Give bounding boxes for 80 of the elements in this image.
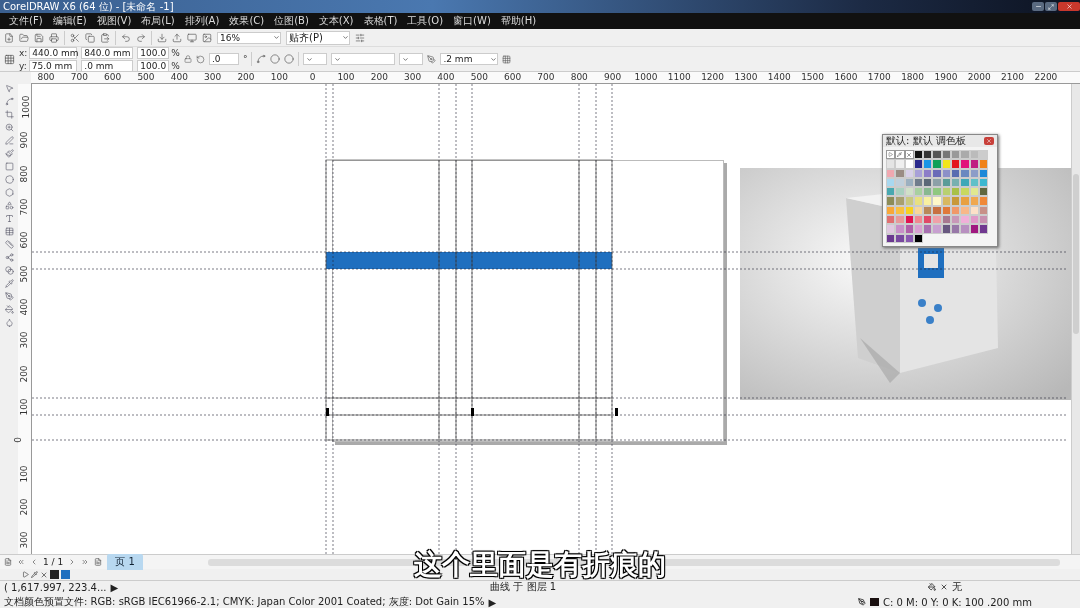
menu-item[interactable]: 文本(X) <box>313 14 359 28</box>
ruler-label: 300 <box>204 72 222 82</box>
y-label: y: <box>19 60 27 71</box>
y-field[interactable]: 75.0 mm <box>28 59 77 72</box>
ruler-label: 600 <box>504 72 522 82</box>
ruler-label: 800 <box>18 165 29 183</box>
ruler-label: 200 <box>237 72 255 82</box>
ruler-label: 2000 <box>967 72 991 82</box>
ruler-label: 200 <box>370 72 388 82</box>
ruler-label: 300 <box>18 331 29 349</box>
ruler-label: 2200 <box>1034 72 1058 82</box>
menu-item[interactable]: 位图(B) <box>269 14 314 28</box>
ruler-label: 0 <box>309 72 316 82</box>
ruler-label: 700 <box>18 198 29 216</box>
arrow-glyph[interactable]: ▶ <box>110 581 119 593</box>
outline-value: C: 0 M: 0 Y: 0 K: 100 .200 mm <box>883 596 1032 608</box>
ruler-label: 1000 <box>634 72 658 82</box>
rotation-field[interactable]: .0 <box>208 53 239 65</box>
ruler-label: 1600 <box>834 72 858 82</box>
ruler-label: 900 <box>604 72 622 82</box>
ruler-label: 200 <box>18 498 29 516</box>
fill-value: 无 <box>952 580 962 594</box>
page-tab[interactable]: 页 1 <box>107 554 143 570</box>
ruler-label: 1800 <box>901 72 925 82</box>
menu-item[interactable]: 效果(C) <box>224 14 270 28</box>
ruler-label: 700 <box>70 72 88 82</box>
ruler-label: 700 <box>537 72 555 82</box>
ruler-label: 300 <box>404 72 422 82</box>
ruler-label: 0 <box>12 437 23 444</box>
ruler-label: 200 <box>18 365 29 383</box>
menu-item[interactable]: 文件(F) <box>4 14 48 28</box>
ruler-label: 1400 <box>767 72 791 82</box>
ruler-label: 400 <box>437 72 455 82</box>
menu-item[interactable]: 视图(V) <box>91 14 137 28</box>
menu-item[interactable]: 表格(T) <box>358 14 403 28</box>
ruler-label: 800 <box>37 72 55 82</box>
height-field[interactable]: .0 mm <box>81 59 134 72</box>
ruler-label: 2100 <box>1001 72 1024 82</box>
ruler-label: 100 <box>18 398 29 416</box>
page-counter: 1 / 1 <box>43 557 64 567</box>
ruler-label: 1000 <box>21 95 32 119</box>
color-profile-text: 文档颜色预置文件: RGB: sRGB IEC61966-2.1; CMYK: Japan Color 2001 Coated; 灰度: Dot Gain 15% <box>4 595 485 608</box>
snap-dropdown[interactable]: 贴齐(P) <box>286 30 350 45</box>
outline-width-dropdown[interactable]: .2 mm <box>440 53 499 65</box>
ruler-label: 600 <box>18 231 29 249</box>
degree-label: ° <box>242 54 248 64</box>
menu-item[interactable]: 排列(A) <box>179 14 225 28</box>
ruler-label: 500 <box>18 265 29 283</box>
cursor-coordinates: ( 1,617.997, 223.4... <box>4 581 107 593</box>
zoom-dropdown[interactable]: 16% <box>217 31 281 44</box>
ruler-label: 1500 <box>801 72 825 82</box>
object-info: 曲线 于 图层 1 <box>490 580 557 594</box>
menu-item[interactable]: 帮助(H) <box>495 14 542 28</box>
ruler-label: 400 <box>18 298 29 316</box>
ruler-label: 1200 <box>701 72 725 82</box>
menu-item[interactable]: 工具(O) <box>402 14 449 28</box>
ruler-label: 1900 <box>934 72 958 82</box>
ruler-label: 600 <box>104 72 122 82</box>
scale-y-field[interactable]: 100.0 <box>137 59 170 72</box>
ruler-label: 100 <box>270 72 288 82</box>
ruler-label: 1100 <box>667 72 691 82</box>
menu-item[interactable]: 布局(L) <box>136 14 180 28</box>
arrow-glyph[interactable]: ▶ <box>488 596 497 608</box>
ruler-label: 1700 <box>867 72 891 82</box>
ruler-label: 100 <box>337 72 355 82</box>
ruler-label: 800 <box>570 72 588 82</box>
ruler-label: 500 <box>137 72 155 82</box>
percent-label: % <box>171 47 180 58</box>
percent-label: % <box>171 60 180 71</box>
ruler-label: 500 <box>470 72 488 82</box>
ruler-label: 400 <box>170 72 188 82</box>
window-title: CorelDRAW X6 (64 位) - [未命名 -1] <box>3 0 174 14</box>
menu-item[interactable]: 窗口(W) <box>448 14 496 28</box>
ruler-label: 900 <box>18 131 29 149</box>
ruler-label: 1300 <box>734 72 758 82</box>
menu-item[interactable]: 编辑(E) <box>47 14 92 28</box>
x-label: x: <box>19 47 28 58</box>
ruler-label: 300 <box>18 531 29 549</box>
palette-title: 默认: 默认 调色板 <box>886 134 966 148</box>
ruler-label: 100 <box>18 465 29 483</box>
